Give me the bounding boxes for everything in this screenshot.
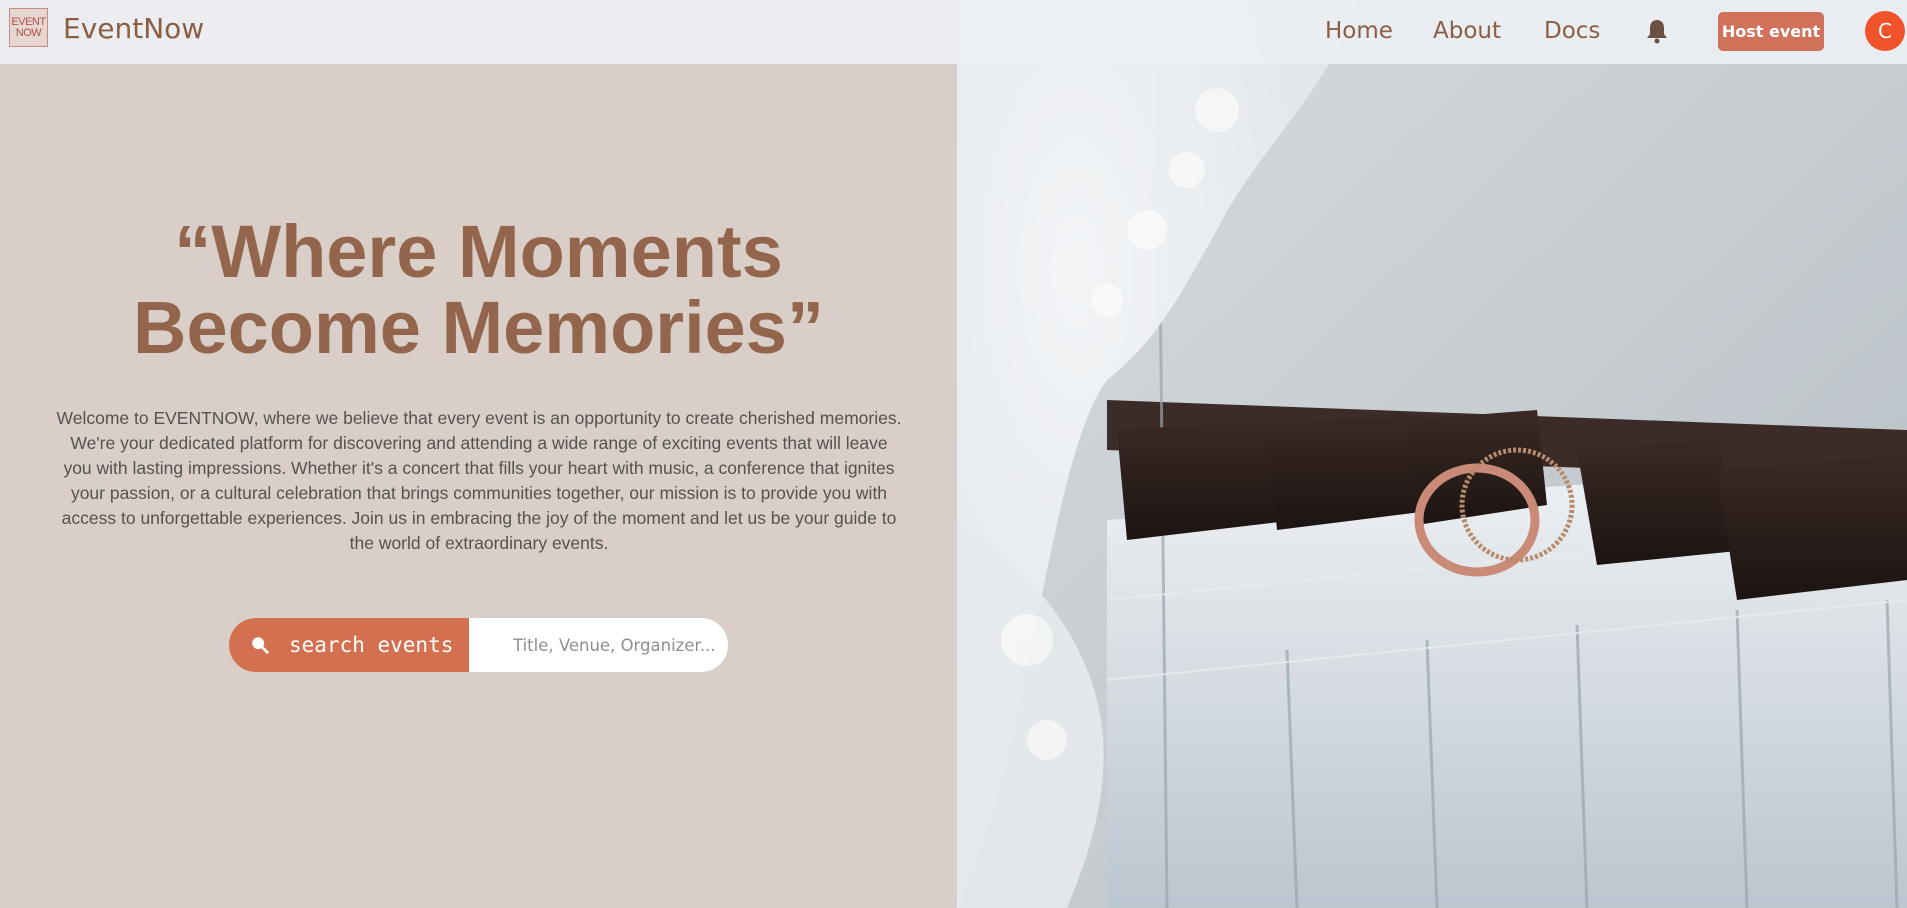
search-input[interactable]: [469, 618, 728, 672]
headline-line-2: Become Memories”: [133, 286, 824, 369]
piano-rings-illustration: [957, 0, 1907, 908]
top-navbar: EVENT NOW EventNow Home About Docs Host …: [0, 0, 1907, 64]
search-bar: search events: [229, 618, 729, 672]
hero-intro: Welcome to EVENTNOW, where we believe th…: [56, 408, 902, 553]
nav-link-docs[interactable]: Docs: [1544, 18, 1600, 44]
user-avatar[interactable]: C: [1865, 11, 1905, 51]
search-button-label: search events: [289, 633, 454, 657]
host-event-button[interactable]: Host event: [1718, 12, 1824, 51]
hero-headline: “Where Moments Become Memories”: [40, 214, 917, 366]
search-events-button[interactable]: search events: [229, 618, 469, 672]
nav-link-home[interactable]: Home: [1325, 18, 1393, 44]
hero-photo: [957, 0, 1907, 908]
headline-line-1: “Where Moments: [174, 210, 783, 293]
nav-link-about[interactable]: About: [1433, 18, 1501, 44]
logo-text-now: NOW: [15, 26, 42, 39]
search-icon: [252, 637, 269, 654]
brand-name[interactable]: EventNow: [63, 12, 204, 45]
logo-text-event: EVENT: [11, 15, 46, 28]
logo[interactable]: EVENT NOW: [9, 8, 48, 47]
bell-icon[interactable]: [1646, 18, 1668, 44]
